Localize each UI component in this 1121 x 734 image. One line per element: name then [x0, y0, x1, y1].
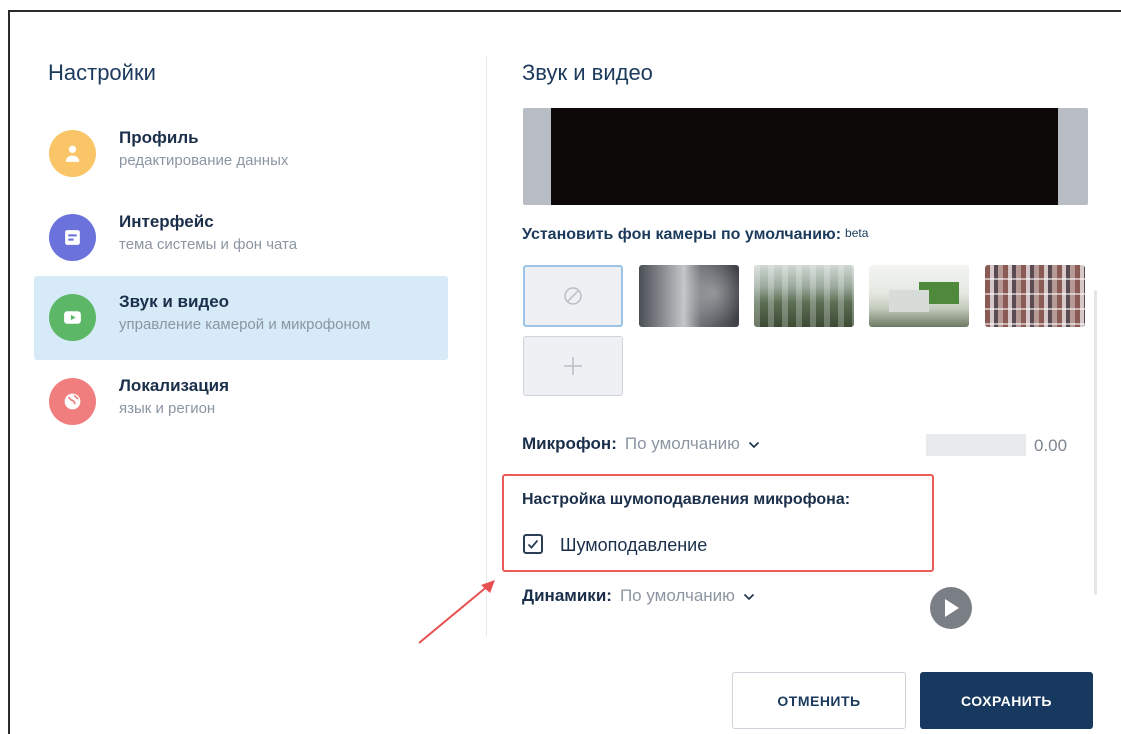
background-none-option[interactable]: [523, 265, 623, 327]
none-icon: [564, 287, 582, 305]
speakers-value: По умолчанию: [619, 586, 735, 605]
noise-suppression-label[interactable]: Шумоподавление: [560, 535, 707, 556]
camera-bg-label: Установить фон камеры по умолчанию: beta: [522, 226, 868, 244]
noise-suppression-highlight: [502, 474, 934, 572]
sidebar-item-sublabel: язык и регион: [119, 400, 216, 417]
sidebar-title: Настройки: [48, 60, 156, 85]
interface-icon: [49, 214, 96, 261]
scrollbar[interactable]: [1094, 290, 1097, 595]
noise-suppression-title: Настройка шумоподавления микрофона:: [522, 491, 851, 508]
speakers-select[interactable]: Динамики: По умолчанию: [522, 586, 755, 606]
beta-badge: beta: [845, 226, 869, 240]
background-bookshelf-option[interactable]: [985, 265, 1085, 327]
sidebar-item-sound-video[interactable]: Звук и видео управление камерой и микроф…: [34, 276, 448, 360]
add-background-button[interactable]: [523, 336, 623, 396]
sidebar-item-sublabel: тема системы и фон чата: [119, 236, 298, 253]
sidebar-item-label: Локализация: [119, 376, 230, 395]
play-icon: [945, 599, 959, 617]
save-button[interactable]: СОХРАНИТЬ: [920, 672, 1093, 729]
sidebar-item-label: Интерфейс: [119, 212, 214, 231]
plus-icon: [564, 357, 582, 375]
mic-level-bar: [926, 434, 1026, 456]
camera-bg-label-text: Установить фон камеры по умолчанию:: [522, 226, 842, 243]
sidebar-item-localization[interactable]: Локализация язык и регион: [34, 360, 448, 444]
microphone-select[interactable]: Микрофон: По умолчанию: [522, 434, 760, 454]
check-icon: [527, 539, 539, 549]
microphone-label: Микрофон:: [522, 434, 617, 453]
video-icon: [49, 294, 96, 341]
background-room-option[interactable]: [869, 265, 969, 327]
camera-preview-video: [551, 108, 1058, 205]
user-icon: [49, 130, 96, 177]
annotation-arrow-icon: [418, 580, 495, 644]
mic-level-value: 0.00: [1034, 436, 1068, 455]
sidebar-item-interface[interactable]: Интерфейс тема системы и фон чата: [34, 196, 448, 280]
sidebar-item-sublabel: редактирование данных: [119, 152, 289, 169]
panel-divider: [486, 56, 487, 636]
sidebar-item-profile[interactable]: Профиль редактирование данных: [34, 112, 448, 196]
noise-suppression-checkbox[interactable]: [523, 534, 543, 554]
microphone-value: По умолчанию: [624, 434, 740, 453]
background-blur-option[interactable]: [639, 265, 739, 327]
page-title: Звук и видео: [522, 60, 653, 85]
cancel-button[interactable]: ОТМЕНИТЬ: [732, 672, 906, 729]
background-office-option[interactable]: [754, 265, 854, 327]
chevron-down-icon: [748, 441, 759, 448]
globe-icon: [49, 378, 96, 425]
chevron-down-icon: [743, 593, 754, 600]
speakers-label: Динамики:: [522, 586, 612, 605]
camera-preview: [523, 108, 1088, 205]
sidebar-item-label: Звук и видео: [119, 292, 230, 311]
sidebar-item-sublabel: управление камерой и микрофоном: [119, 316, 371, 333]
play-test-sound-button[interactable]: [930, 587, 972, 629]
sidebar-item-label: Профиль: [119, 128, 199, 147]
